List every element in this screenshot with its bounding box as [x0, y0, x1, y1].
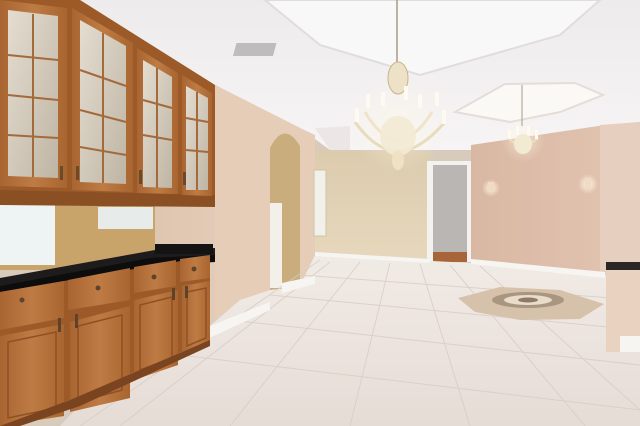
scene-canvas: [0, 0, 640, 426]
doorway-floor: [433, 252, 467, 262]
doorway-inner: [433, 165, 467, 258]
window-reflection: [98, 207, 153, 229]
right-column-base: [620, 336, 640, 352]
wall-sconce: [578, 174, 598, 194]
far-window: [313, 169, 327, 237]
wall-sconce: [482, 179, 500, 197]
right-alcove-wall: [600, 122, 640, 280]
kitchen-window: [0, 205, 55, 265]
dining-room-photo: [0, 0, 640, 426]
hvac-vent: [232, 43, 277, 56]
right-countertop: [606, 262, 640, 270]
arch-column: [270, 203, 282, 288]
